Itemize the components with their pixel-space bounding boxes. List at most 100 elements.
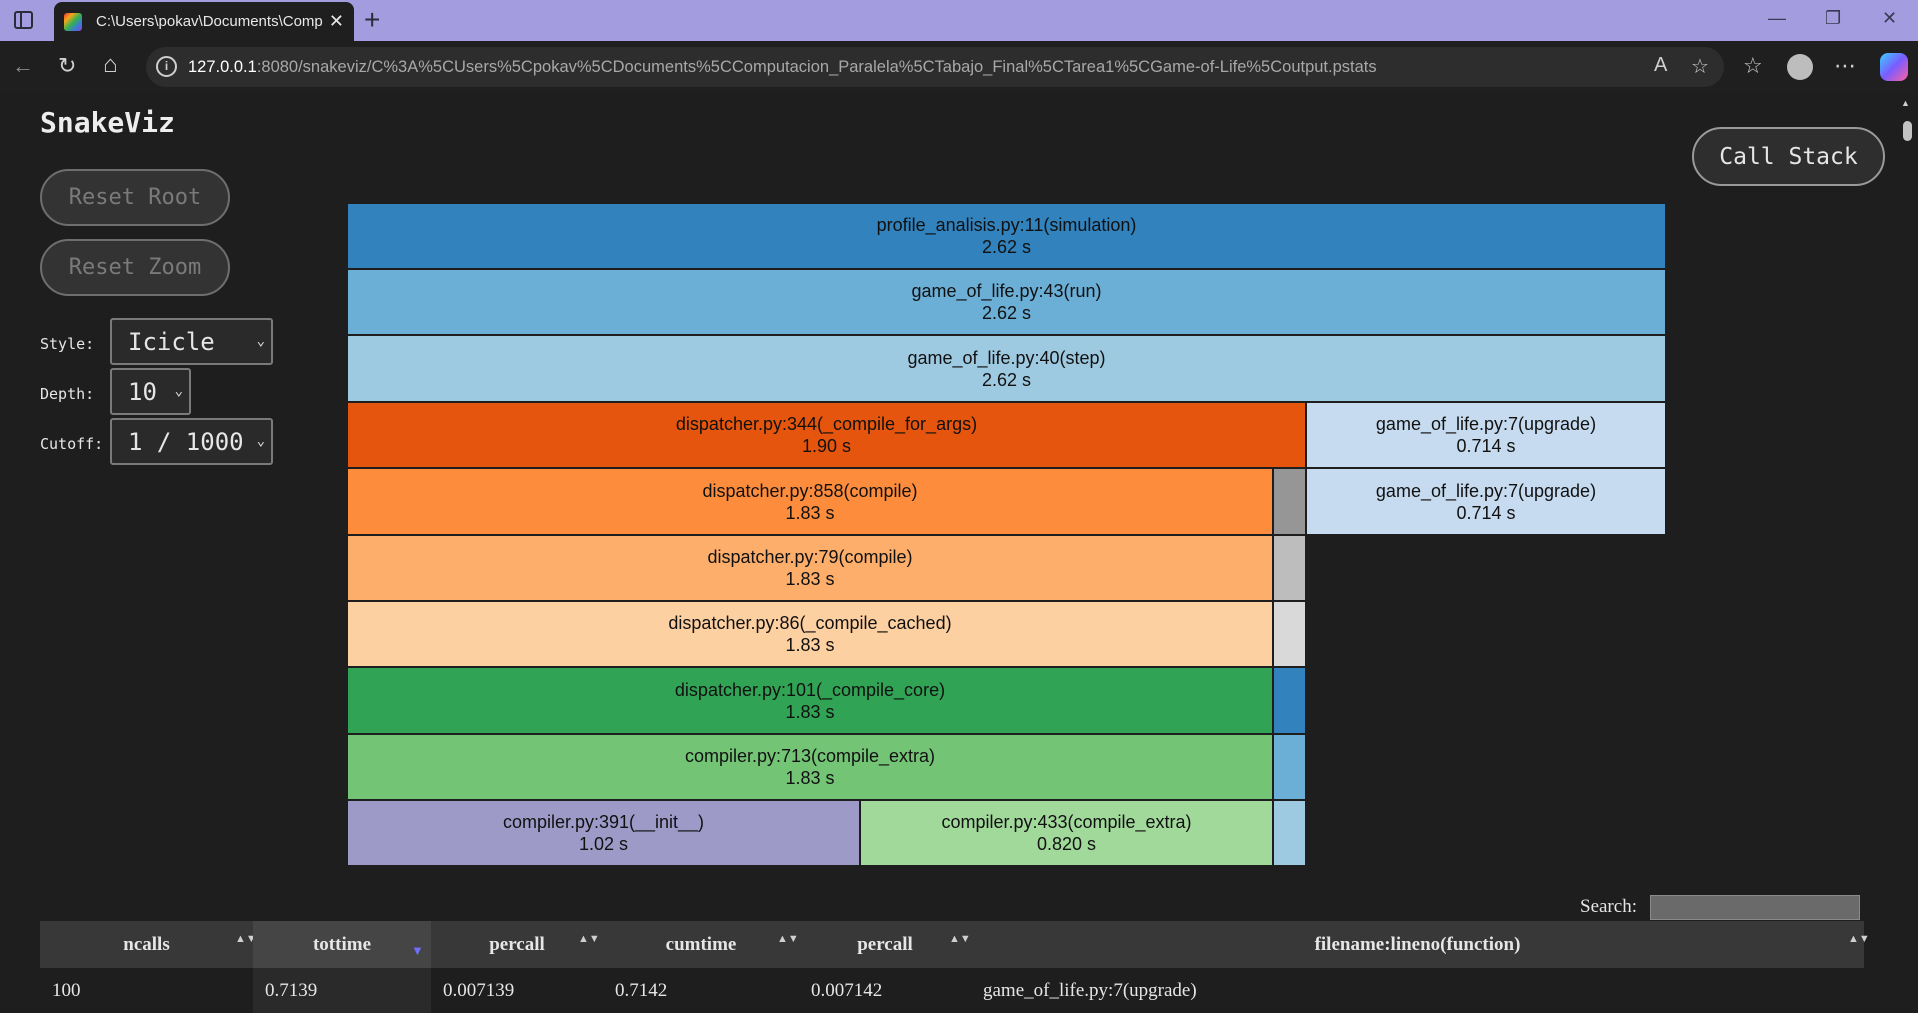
icicle-block[interactable] xyxy=(1273,535,1306,601)
block-time: 0.714 s xyxy=(1456,502,1516,523)
table-row[interactable]: 100 0.7139 0.007139 0.7142 0.007142 game… xyxy=(40,968,1864,1013)
icicle-block[interactable] xyxy=(1273,601,1306,667)
sort-icon: ▲▼ xyxy=(1848,933,1870,945)
icicle-block[interactable]: compiler.py:713(compile_extra) 1.83 s xyxy=(347,734,1273,800)
block-function: compiler.py:433(compile_extra) xyxy=(941,812,1192,832)
new-tab-icon[interactable]: + xyxy=(364,4,380,36)
profile-avatar[interactable] xyxy=(1787,54,1813,80)
restore-icon[interactable]: ❐ xyxy=(1825,8,1841,29)
block-time: 0.820 s xyxy=(1036,834,1097,854)
icicle-block[interactable]: dispatcher.py:101(_compile_core) 1.83 s xyxy=(347,667,1273,734)
url-text[interactable]: 127.0.0.1:8080/snakeviz/C%3A%5CUsers%5Cp… xyxy=(188,58,1377,77)
icicle-block[interactable]: game_of_life.py:43(run) 2.62 s xyxy=(347,269,1666,335)
cell-cumtime: 0.7142 xyxy=(615,979,668,1001)
search-input[interactable] xyxy=(1650,895,1860,920)
icicle-block[interactable]: dispatcher.py:858(compile) 1.83 s xyxy=(347,468,1273,535)
header-label: cumtime xyxy=(665,933,737,955)
icicle-block[interactable]: game_of_life.py:7(upgrade) 0.714 s xyxy=(1306,468,1666,535)
icicle-block[interactable]: dispatcher.py:86(_compile_cached) 1.83 s xyxy=(347,601,1273,667)
block-function: game_of_life.py:43(run) xyxy=(911,281,1102,301)
cell-filename: game_of_life.py:7(upgrade) xyxy=(983,979,1197,1001)
block-function: compiler.py:391(__init__) xyxy=(502,812,705,832)
sort-icon: ▲▼ xyxy=(949,933,971,945)
block-function: game_of_life.py:7(upgrade) xyxy=(1375,480,1597,501)
block-function: dispatcher.py:101(_compile_core) xyxy=(674,679,946,700)
reset-root-button[interactable]: Reset Root xyxy=(40,169,230,226)
header-label: tottime xyxy=(312,933,372,955)
header-percall[interactable]: percall ▲▼ xyxy=(431,921,603,968)
read-aloud-icon[interactable]: A xyxy=(1654,54,1667,77)
navigation-bar: ← ↻ ⌂ i 127.0.0.1:8080/snakeviz/C%3A%5CU… xyxy=(0,41,1918,94)
copilot-icon[interactable] xyxy=(1880,53,1908,81)
block-function: compiler.py:713(compile_extra) xyxy=(684,746,936,766)
icicle-block[interactable]: compiler.py:433(compile_extra) 0.820 s xyxy=(860,800,1273,866)
header-cumtime[interactable]: cumtime ▲▼ xyxy=(603,921,799,968)
icicle-block[interactable] xyxy=(1273,667,1306,734)
block-function: dispatcher.py:858(compile) xyxy=(702,480,918,501)
block-time: 1.83 s xyxy=(785,701,835,722)
more-menu-icon[interactable]: ⋯ xyxy=(1834,53,1856,79)
back-icon[interactable]: ← xyxy=(12,53,34,79)
depth-select[interactable]: 10 ⌄ xyxy=(110,368,191,415)
cutoff-value: 1 / 1000 xyxy=(128,427,244,456)
style-select[interactable]: Icicle ⌄ xyxy=(110,318,273,365)
block-time: 1.83 s xyxy=(785,768,835,788)
icicle-block[interactable]: profile_analisis.py:11(simulation) 2.62 s xyxy=(347,203,1666,269)
url-host: 127.0.0.1 xyxy=(188,58,257,76)
sort-descending-icon: ▼ xyxy=(411,943,424,958)
block-time: 2.62 s xyxy=(981,237,1032,257)
block-time: 2.62 s xyxy=(981,303,1032,323)
app-title: SnakeViz xyxy=(40,106,175,139)
block-time: 0.714 s xyxy=(1456,436,1516,456)
call-stack-button[interactable]: Call Stack xyxy=(1692,127,1885,186)
tab-favicon-icon xyxy=(64,12,82,31)
depth-label: Depth: xyxy=(40,385,95,403)
icicle-block[interactable] xyxy=(1273,800,1306,866)
tab-title: C:\Users\pokav\Documents\Comp xyxy=(96,13,323,30)
depth-value: 10 xyxy=(128,377,157,406)
icicle-block[interactable]: game_of_life.py:7(upgrade) 0.714 s xyxy=(1306,402,1666,468)
cell-tottime: 0.7139 xyxy=(253,968,431,1013)
header-tottime[interactable]: tottime ▼ xyxy=(253,921,431,968)
title-bar: C:\Users\pokav\Documents\Comp ✕ + — ❐ ✕ xyxy=(0,0,1918,41)
window-close-icon[interactable]: ✕ xyxy=(1882,8,1897,29)
home-icon[interactable]: ⌂ xyxy=(103,51,118,79)
sidebar-toggle-icon[interactable] xyxy=(14,11,33,29)
style-value: Icicle xyxy=(128,327,215,356)
header-ncalls[interactable]: ncalls ▲▼ xyxy=(40,921,257,968)
block-time: 1.02 s xyxy=(578,834,629,854)
icicle-block[interactable] xyxy=(1273,468,1306,535)
block-function: profile_analisis.py:11(simulation) xyxy=(876,215,1137,235)
header-percall-cum[interactable]: percall ▲▼ xyxy=(799,921,971,968)
block-function: dispatcher.py:79(compile) xyxy=(707,547,913,567)
icicle-block[interactable]: compiler.py:391(__init__) 1.02 s xyxy=(347,800,860,866)
icicle-block[interactable] xyxy=(1273,734,1306,800)
block-function: dispatcher.py:86(_compile_cached) xyxy=(668,613,952,633)
scroll-up-icon[interactable]: ▲ xyxy=(1901,98,1910,108)
header-label: percall xyxy=(489,933,545,955)
url-path: :8080/snakeviz/C%3A%5CUsers%5Cpokav%5CDo… xyxy=(256,58,1377,76)
reset-zoom-button[interactable]: Reset Zoom xyxy=(40,239,230,296)
browser-tab[interactable]: C:\Users\pokav\Documents\Comp ✕ xyxy=(54,2,354,41)
cutoff-label: Cutoff: xyxy=(40,435,104,453)
favorite-star-icon[interactable]: ☆ xyxy=(1691,54,1709,79)
scroll-thumb[interactable] xyxy=(1903,121,1912,141)
cutoff-select[interactable]: 1 / 1000 ⌄ xyxy=(110,418,273,465)
block-time: 1.90 s xyxy=(801,436,852,456)
block-function: game_of_life.py:40(step) xyxy=(907,347,1106,368)
cell-percall: 0.007139 xyxy=(443,979,515,1001)
reload-icon[interactable]: ↻ xyxy=(58,53,76,79)
address-bar[interactable]: i 127.0.0.1:8080/snakeviz/C%3A%5CUsers%5… xyxy=(146,47,1724,87)
header-filename[interactable]: filename:lineno(function) ▲▼ xyxy=(971,921,1870,968)
cell-ncalls: 100 xyxy=(52,979,81,1001)
tab-close-icon[interactable]: ✕ xyxy=(329,11,344,32)
icicle-block[interactable]: game_of_life.py:40(step) 2.62 s xyxy=(347,335,1666,402)
page-scrollbar[interactable] xyxy=(1898,94,1918,1013)
block-time: 1.83 s xyxy=(785,569,835,589)
minimize-icon[interactable]: — xyxy=(1768,8,1786,29)
icicle-block[interactable]: dispatcher.py:344(_compile_for_args) 1.90… xyxy=(347,402,1306,468)
favorites-icon[interactable]: ☆ xyxy=(1743,53,1763,79)
chevron-down-icon: ⌄ xyxy=(174,383,183,399)
icicle-block[interactable]: dispatcher.py:79(compile) 1.83 s xyxy=(347,535,1273,601)
site-info-icon[interactable]: i xyxy=(156,56,177,77)
